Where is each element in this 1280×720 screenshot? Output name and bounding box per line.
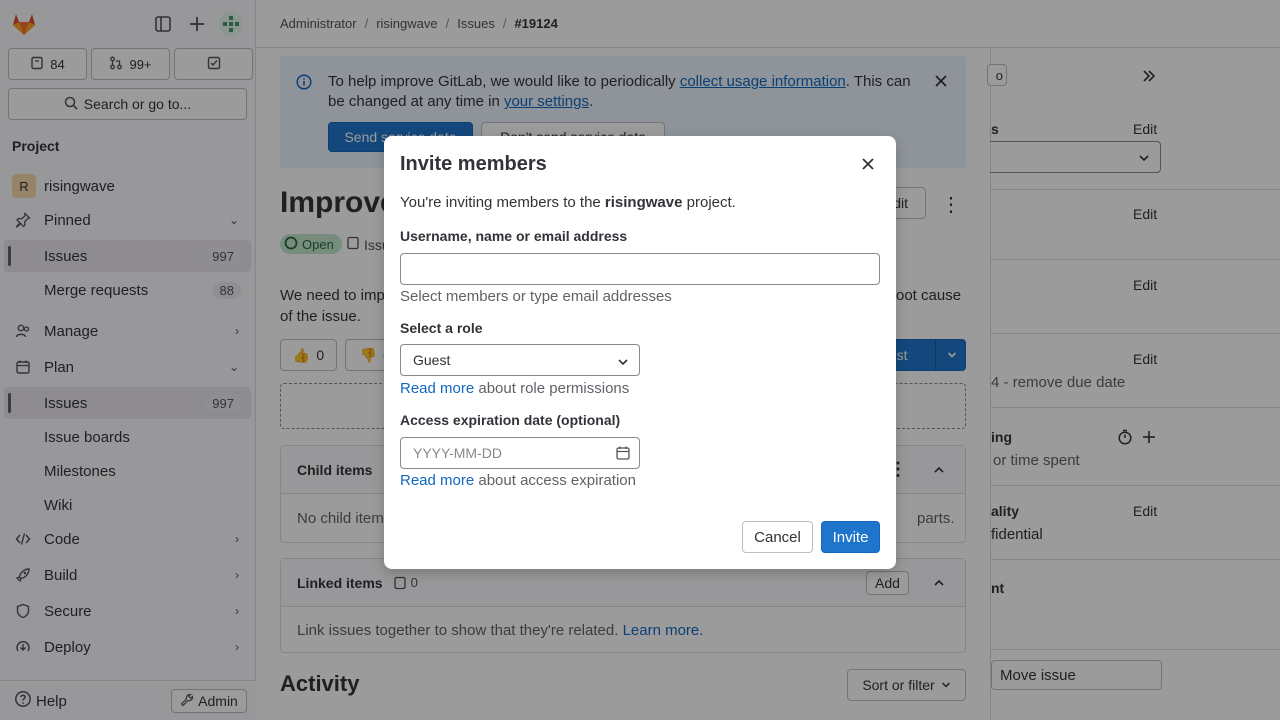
expiration-help-text: about access expiration (474, 472, 636, 489)
expiration-label: Access expiration date (optional) (400, 412, 621, 428)
close-icon[interactable] (858, 154, 878, 174)
username-help: Select members or type email addresses (400, 288, 672, 305)
intro-text: You're inviting members to the (400, 194, 605, 211)
expiration-date-input[interactable]: YYYY-MM-DD (400, 437, 640, 469)
expiration-help: Read more about access expiration (400, 472, 636, 489)
calendar-icon[interactable] (615, 445, 631, 464)
intro-project-name: risingwave (604, 194, 683, 211)
invite-members-modal: Invite members You're inviting members t… (384, 136, 896, 569)
role-selected-value: Guest (413, 352, 451, 368)
username-input[interactable] (400, 253, 880, 285)
intro-text: project. (682, 194, 736, 211)
cancel-button[interactable]: Cancel (742, 521, 813, 553)
username-label: Username, name or email address (400, 228, 628, 244)
chevron-down-icon (617, 355, 629, 371)
role-select[interactable]: Guest (400, 344, 640, 376)
modal-intro: You're inviting members to the risingwav… (400, 194, 736, 211)
invite-button[interactable]: Invite (821, 521, 880, 553)
date-placeholder: YYYY-MM-DD (413, 445, 502, 461)
role-help: Read more about role permissions (400, 380, 629, 397)
role-help-text: about role permissions (474, 380, 630, 397)
expiration-read-more-link[interactable]: Read more (400, 472, 474, 489)
role-read-more-link[interactable]: Read more (400, 380, 474, 397)
modal-title: Invite members (400, 153, 547, 175)
role-label: Select a role (400, 320, 483, 336)
